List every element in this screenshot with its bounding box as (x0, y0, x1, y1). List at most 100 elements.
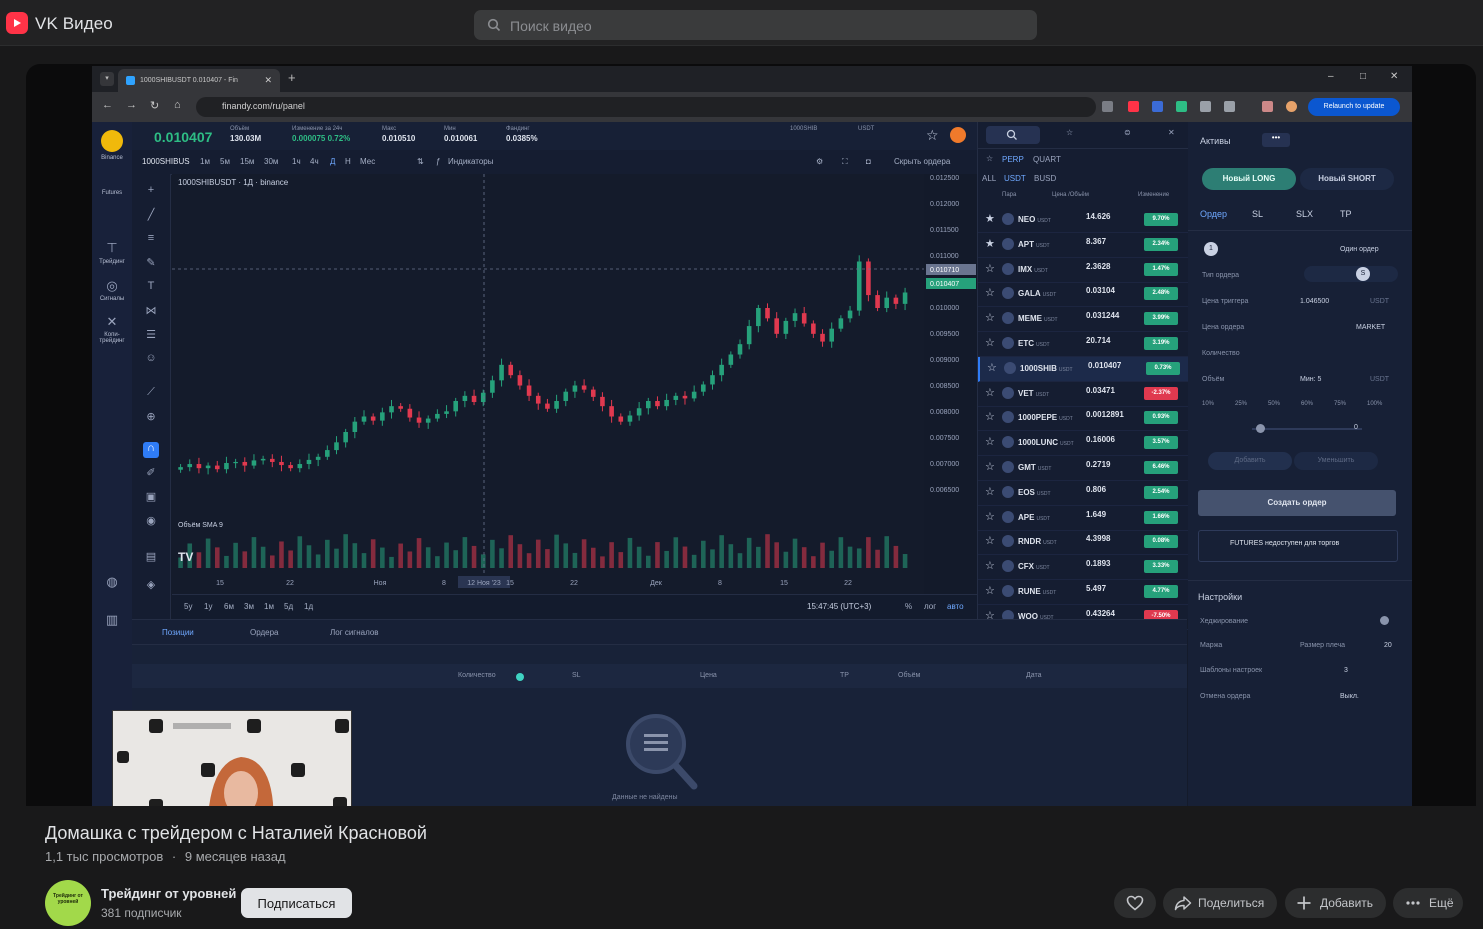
webcam-overlay (112, 710, 352, 806)
video-player[interactable]: ▾ 1000SHIBUSDT 0.010407 - Fin ✕ + – □ ✕ … (26, 64, 1476, 806)
star-icon: ☆ (1066, 128, 1074, 137)
market-price: 0.2719 (1086, 460, 1111, 469)
star-icon: ☆ (985, 436, 995, 449)
market-row: ☆ VET USDT 0.03471 -2.37% (978, 382, 1188, 407)
candle-body (884, 297, 890, 308)
candle-body (682, 395, 688, 399)
candle-body (701, 384, 706, 392)
coin-icon (1002, 386, 1014, 399)
candle-body (765, 308, 770, 319)
candle-body (545, 403, 550, 409)
search-box[interactable] (474, 10, 1037, 42)
candle-body (902, 292, 908, 304)
candle-body (242, 461, 248, 466)
candle-body (435, 413, 440, 419)
price-chart: 0.0125000.0120000.0115000.0110000.010500… (172, 174, 977, 619)
volume-bar (260, 546, 266, 568)
share-button[interactable]: Поделиться (1163, 888, 1277, 918)
star-icon: ☆ (985, 485, 995, 498)
market-change: 3.99% (1144, 312, 1178, 326)
star-icon: ☆ (985, 585, 995, 597)
market-change: 0.93% (1144, 411, 1178, 425)
star-icon: ☆ (985, 461, 995, 473)
timeframe-4: 1ч (292, 157, 301, 166)
volume-bar (270, 555, 275, 568)
chart-legend: 1000SHIBUSDT · 1Д · binance (178, 178, 289, 187)
candle-body (471, 395, 477, 403)
trading-icon: ⊤ (106, 240, 118, 255)
coin-icon (1002, 535, 1014, 548)
screen-recording: ▾ 1000SHIBUSDT 0.010407 - Fin ✕ + – □ ✕ … (92, 66, 1412, 806)
volume-bar (710, 549, 715, 568)
brand-name[interactable]: VK Видео (35, 14, 113, 34)
market-symbol: 1000PEPE USDT (1018, 413, 1073, 423)
col-volume: Объём (898, 672, 921, 679)
cancel-order-value: Выкл. (1340, 693, 1359, 700)
hedging-label: Хеджирование (1200, 618, 1249, 625)
time-tick: Дек (650, 580, 663, 587)
candle-body (205, 465, 211, 469)
star-icon: ☆ (985, 510, 995, 523)
market-symbol: APT USDT (1018, 239, 1050, 249)
like-button[interactable] (1114, 888, 1156, 918)
price-tick: 0.011500 (930, 227, 959, 234)
market-symbol: ETC USDT (1018, 339, 1050, 348)
filter-perp: PERP (1002, 155, 1024, 164)
volume-bar (554, 534, 559, 568)
market-change: 1.47% (1144, 262, 1178, 276)
templates-label: Шаблоны настроек (1200, 667, 1263, 674)
range-1м: 1м (264, 602, 274, 611)
volume-bar (609, 542, 614, 568)
home-icon: ⌂ (174, 99, 181, 111)
price-tick: 0.007500 (930, 435, 959, 442)
shib-icon (950, 127, 966, 143)
market-symbol: CFX USDT (1018, 562, 1050, 572)
extension-icon (1176, 101, 1187, 112)
vk-video-logo-icon[interactable] (6, 12, 28, 34)
pattern-icon: ⋈ (145, 305, 157, 317)
timeframe-2: 15м (240, 157, 255, 166)
coin-icon (1002, 436, 1014, 449)
browser-url-bar: ← → ↻ ⌂ finandy.com/ru/panel Relaunch to… (92, 92, 1412, 122)
candle-body (517, 375, 523, 386)
coin-icon (1002, 585, 1014, 597)
candle-body (847, 310, 853, 319)
fib-icon: ☰ (146, 329, 156, 341)
timeframe-8: Мес (360, 157, 376, 166)
copy-trading-icon: ✕ (106, 314, 118, 329)
subscribe-button[interactable]: Подписаться (241, 888, 352, 918)
layers-icon: ◈ (146, 579, 156, 591)
search-input[interactable] (508, 10, 1012, 42)
step-one-icon: 1 (1204, 242, 1218, 256)
candle-body (627, 415, 633, 422)
channel-avatar[interactable]: Трейдинг от уровней (45, 880, 91, 926)
price-tick: 0.009500 (930, 331, 959, 338)
more-button[interactable]: Ещё (1393, 888, 1463, 918)
market-symbol: IMX USDT (1018, 264, 1048, 274)
trading-label: Трейдинг (99, 259, 125, 265)
dots-icon: ••• (1262, 133, 1290, 147)
trash-icon: ▤ (145, 551, 157, 563)
add-button[interactable]: Добавить (1285, 888, 1386, 918)
scale-auto: авто (947, 602, 964, 611)
volume-bar (343, 534, 348, 568)
market-change: 2.54% (1144, 485, 1178, 499)
market-symbol: VET USDT (1018, 388, 1050, 398)
wallet-icon: ◍ (106, 574, 118, 589)
candle-body (270, 458, 275, 462)
view-count: 1,1 тыс просмотров (45, 849, 164, 864)
time-tick: Ноя (374, 580, 387, 587)
tab-signal-log: Лог сигналов (330, 628, 379, 637)
time-tick: 8 (442, 580, 446, 587)
stat-low: Мин 0.010061 (444, 126, 478, 143)
candle-body (343, 432, 348, 443)
channel-name[interactable]: Трейдинг от уровней (101, 886, 236, 901)
exchange-label: Binance (101, 155, 123, 161)
candle-body (361, 416, 367, 422)
chart-bottom-bar: 5y 1y 6м 3м 1м 5д 1д 15:47:45 (UTC+3) % лог ав… (172, 594, 977, 620)
tab-positions: Позиции (162, 628, 194, 637)
quote-label: USDT (1042, 292, 1057, 299)
market-row: ★ NEO USDT 14.626 9.70% (978, 208, 1188, 233)
volume-bar (224, 555, 229, 568)
volume-bar (471, 545, 477, 568)
